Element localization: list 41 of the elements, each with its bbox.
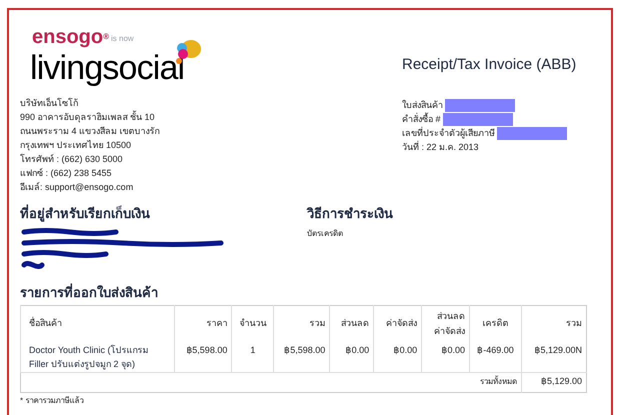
invoice-info-label: คำสั่งซื้อ # <box>402 112 441 126</box>
column-header: เครดิต <box>470 306 522 342</box>
total-label: รวมทั้งหมด <box>20 372 522 392</box>
payment-method: บัตรเครดิต <box>307 228 344 240</box>
company-info-line: อีเมล์: support@ensogo.com <box>20 181 134 194</box>
table-cell: ฿5,598.00 <box>174 342 232 372</box>
company-info-line: ถนนพระราม 4 แขวงสีลม เขตบางรัก <box>20 125 161 138</box>
total-value: ฿5,129.00 <box>521 372 586 392</box>
section-heading: ที่อยู่สำหรับเรียกเก็บเงิน <box>20 204 151 224</box>
column-header: ชื่อสินค้า <box>20 306 175 342</box>
table-cell: ฿0.00 <box>330 342 374 372</box>
column-header: รวม <box>521 306 586 342</box>
section-heading: วิธีการชำระเงิน <box>307 205 393 223</box>
column-header: ส่วนลดค่าจัดส่ง <box>422 306 470 342</box>
company-info-line: แฟกซ์ : (662) 238 5455 <box>20 167 113 180</box>
company-info-line: กรุงเทพฯ ประเทศไทย 10500 <box>20 139 132 152</box>
redaction-scribble <box>20 260 46 268</box>
logo-old-brand: ensogo$^{®}$ <box>32 26 110 48</box>
footnote: * ราคารวมภาษีแล้ว <box>20 394 84 406</box>
invoice-info-label: ใบส่งสินค้า <box>402 98 443 112</box>
table-cell: ฿-469.00 <box>470 342 522 372</box>
document-title: Receipt/Tax Invoice (ABB) <box>402 55 578 75</box>
column-header: จำนวน <box>232 306 274 342</box>
company-info-line: โทรศัพท์ : (662) 630 5000 <box>20 152 124 166</box>
logo-new-brand: livingsocial <box>30 48 184 88</box>
company-info-line: 990 อาคารอับดุลราฮิมเพลส ชั้น 10 <box>20 110 156 124</box>
column-header: ราคา <box>174 306 232 342</box>
column-header: รวม <box>274 306 330 342</box>
table-cell: ฿0.00 <box>374 342 422 372</box>
table-cell: ฿0.00 <box>422 342 470 372</box>
invoice-info-label: เลขที่ประจำตัวผู้เสียภาษี <box>402 126 495 140</box>
section-heading: รายการที่ออกใบส่งสินค้า <box>20 282 159 302</box>
column-header: ค่าจัดส่ง <box>374 306 422 342</box>
table-cell: Doctor Youth Clinic (โปรแกรม Filler ปรับแต่งรูปจมูก 2 จุด) <box>20 342 175 372</box>
table-cell: 1 <box>232 342 274 372</box>
company-info-line: บริษัทเอ็นโซโก้ <box>20 96 79 110</box>
invoice-info-label: วันที่ : 22 ม.ค. 2013 <box>402 140 479 154</box>
logo-tagline: is now <box>111 33 134 45</box>
column-header: ส่วนลด <box>330 306 374 342</box>
table-cell: ฿5,598.00 <box>274 342 330 372</box>
table-cell: ฿5,129.00N <box>521 342 586 372</box>
